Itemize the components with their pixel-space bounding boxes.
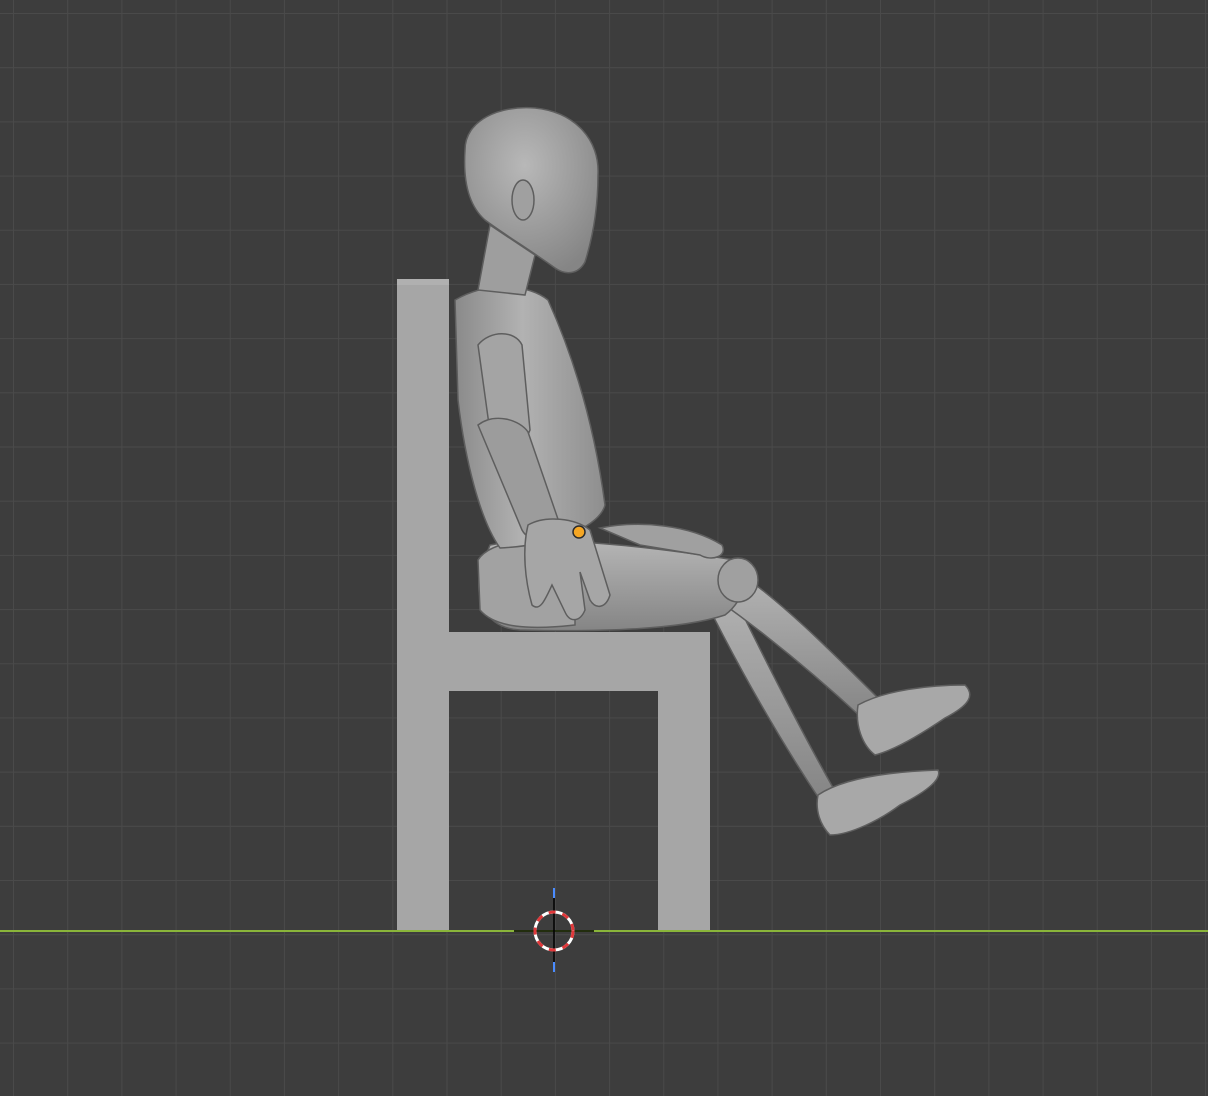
chair-back-leg bbox=[397, 279, 449, 930]
3d-viewport[interactable] bbox=[0, 0, 1208, 1096]
hand bbox=[524, 518, 611, 621]
mannequin-figure[interactable] bbox=[454, 106, 971, 836]
viewport-scene[interactable] bbox=[0, 0, 1208, 1096]
chair-seat bbox=[449, 632, 710, 691]
object-origin-point[interactable] bbox=[572, 525, 586, 539]
left-foot bbox=[816, 769, 940, 836]
chair-back-top-edge bbox=[397, 279, 449, 285]
ear bbox=[511, 179, 535, 221]
chair-front-leg bbox=[658, 691, 710, 930]
knee-joint bbox=[717, 557, 759, 603]
